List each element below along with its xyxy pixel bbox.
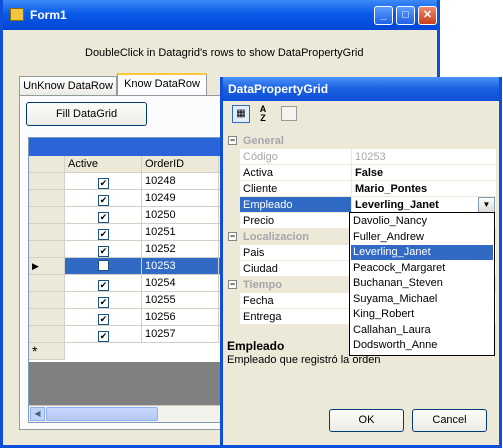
property-name[interactable]: Entrega: [240, 309, 352, 325]
row-header[interactable]: [29, 326, 65, 343]
checkbox-unchecked[interactable]: [98, 260, 109, 271]
active-cell[interactable]: ✔: [65, 224, 142, 241]
orderid-cell[interactable]: 10249: [142, 190, 219, 207]
row-header[interactable]: [29, 292, 65, 309]
orderid-cell[interactable]: 10257: [142, 326, 219, 343]
active-cell[interactable]: ✔: [65, 292, 142, 309]
dropdown-item[interactable]: Dodsworth_Anne: [351, 338, 493, 353]
orderid-cell[interactable]: 10250: [142, 207, 219, 224]
property-value[interactable]: 10253: [352, 149, 496, 165]
dropdown-item[interactable]: Leverling_Janet: [351, 245, 493, 260]
collapse-icon[interactable]: −: [228, 232, 237, 241]
checkbox-checked[interactable]: ✔: [98, 178, 109, 189]
property-name[interactable]: Ciudad: [240, 261, 352, 277]
ok-button[interactable]: OK: [329, 409, 404, 432]
row-header[interactable]: [29, 173, 65, 190]
property-value[interactable]: False: [352, 165, 496, 181]
orderid-cell[interactable]: 10252: [142, 241, 219, 258]
row-header[interactable]: [29, 241, 65, 258]
row-header[interactable]: [29, 224, 65, 241]
category-general[interactable]: − General: [226, 133, 496, 149]
dropdown-item[interactable]: Fuller_Andrew: [351, 230, 493, 245]
cancel-button[interactable]: Cancel: [412, 409, 487, 432]
property-value[interactable]: Leverling_Janet: [352, 197, 496, 213]
active-cell[interactable]: [65, 258, 142, 275]
orderid-cell[interactable]: 10253: [142, 258, 219, 275]
checkbox-checked[interactable]: ✔: [98, 280, 109, 291]
property-row-cliente[interactable]: Cliente Mario_Pontes: [226, 181, 496, 197]
checkbox-checked[interactable]: ✔: [98, 229, 109, 240]
active-cell[interactable]: ✔: [65, 326, 142, 343]
property-value[interactable]: Mario_Pontes: [352, 181, 496, 197]
checkbox-checked[interactable]: ✔: [98, 314, 109, 325]
collapse-icon[interactable]: −: [228, 136, 237, 145]
categorized-icon[interactable]: ▦: [232, 105, 250, 123]
category-label: Localizacion: [243, 231, 310, 243]
column-header-orderid[interactable]: OrderID: [142, 156, 219, 173]
dpg-title: DataPropertyGrid: [228, 82, 329, 96]
column-header-active[interactable]: Active: [65, 156, 142, 173]
new-row-marker: *: [29, 343, 65, 360]
dropdown-item[interactable]: Suyama_Michael: [351, 292, 493, 307]
orderid-cell[interactable]: 10251: [142, 224, 219, 241]
collapse-icon[interactable]: −: [228, 280, 237, 289]
fill-datagrid-button[interactable]: Fill DataGrid: [26, 102, 147, 126]
minimize-button[interactable]: _: [374, 6, 393, 25]
row-header-corner: [29, 156, 65, 173]
orderid-cell[interactable]: 10254: [142, 275, 219, 292]
active-cell[interactable]: ✔: [65, 207, 142, 224]
property-name[interactable]: Código: [240, 149, 352, 165]
form1-title: Form1: [30, 8, 67, 22]
checkbox-checked[interactable]: ✔: [98, 246, 109, 257]
property-name[interactable]: Activa: [240, 165, 352, 181]
maximize-button[interactable]: □: [396, 6, 415, 25]
checkbox-checked[interactable]: ✔: [98, 212, 109, 223]
property-name[interactable]: Precio: [240, 213, 352, 229]
close-button[interactable]: ✕: [418, 6, 437, 25]
orderid-cell[interactable]: 10255: [142, 292, 219, 309]
active-cell[interactable]: ✔: [65, 190, 142, 207]
dpg-titlebar[interactable]: DataPropertyGrid: [223, 77, 499, 101]
tab-know-datarow[interactable]: Know DataRow: [117, 73, 207, 96]
active-cell[interactable]: ✔: [65, 275, 142, 292]
scroll-left-icon[interactable]: ◀: [30, 407, 45, 421]
scroll-thumb[interactable]: [46, 407, 158, 421]
checkbox-checked[interactable]: ✔: [98, 331, 109, 342]
property-name[interactable]: Fecha: [240, 293, 352, 309]
dropdown-item[interactable]: King_Robert: [351, 307, 493, 322]
property-row-empleado[interactable]: Empleado Leverling_Janet ▼: [226, 197, 496, 213]
row-header[interactable]: [29, 275, 65, 292]
active-cell[interactable]: ✔: [65, 241, 142, 258]
instruction-label: DoubleClick in Datagrid's rows to show D…: [85, 47, 364, 59]
checkbox-checked[interactable]: ✔: [98, 195, 109, 206]
dropdown-item[interactable]: Buchanan_Steven: [351, 276, 493, 291]
active-cell[interactable]: ✔: [65, 309, 142, 326]
dropdown-item[interactable]: Peacock_Margaret: [351, 261, 493, 276]
app-icon: [10, 8, 24, 21]
dropdown-arrow-icon[interactable]: ▼: [478, 197, 495, 213]
category-label: General: [243, 135, 284, 147]
property-row-activa[interactable]: Activa False: [226, 165, 496, 181]
orderid-cell[interactable]: 10248: [142, 173, 219, 190]
property-name[interactable]: Empleado: [240, 197, 352, 213]
help-title: Empleado: [227, 339, 285, 353]
row-header[interactable]: ▶: [29, 258, 65, 275]
tab-unknow-datarow[interactable]: UnKnow DataRow: [19, 76, 117, 95]
property-name[interactable]: Cliente: [240, 181, 352, 197]
property-pages-icon[interactable]: [281, 106, 297, 121]
category-label: Tiempo: [243, 279, 282, 291]
property-row-codigo[interactable]: Código 10253: [226, 149, 496, 165]
row-header[interactable]: [29, 207, 65, 224]
dpg-toolbar: ▦ AZ: [226, 103, 496, 125]
sort-az-icon[interactable]: AZ: [254, 105, 272, 123]
orderid-cell[interactable]: 10256: [142, 309, 219, 326]
dropdown-item[interactable]: Davolio_Nancy: [351, 214, 493, 229]
dropdown-item[interactable]: Callahan_Laura: [351, 323, 493, 338]
row-header[interactable]: [29, 190, 65, 207]
property-name[interactable]: Pais: [240, 245, 352, 261]
form1-titlebar[interactable]: Form1 _ □ ✕: [3, 0, 437, 30]
active-cell[interactable]: ✔: [65, 173, 142, 190]
row-header[interactable]: [29, 309, 65, 326]
checkbox-checked[interactable]: ✔: [98, 297, 109, 308]
